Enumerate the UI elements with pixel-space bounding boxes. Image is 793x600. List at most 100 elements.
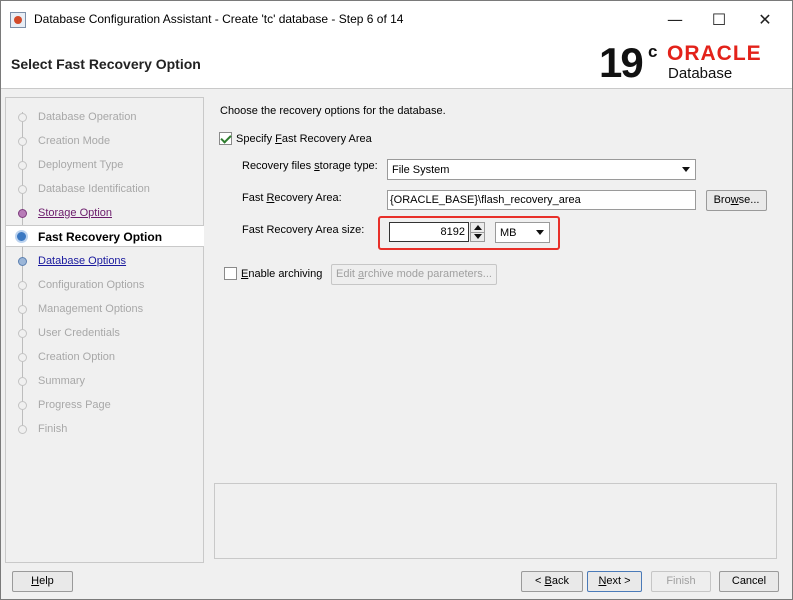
dropdown-arrow-icon xyxy=(682,167,690,172)
dropdown-arrow-icon xyxy=(536,230,544,235)
edit-archive-mode-button[interactable]: Edit archive mode parameters... xyxy=(331,264,497,285)
nav-step-user-credentials: User Credentials xyxy=(6,322,203,344)
step-dot-icon xyxy=(18,401,27,410)
storage-type-select[interactable]: File System xyxy=(387,159,696,180)
step-dot-icon xyxy=(18,329,27,338)
nav-step-label: Database Identification xyxy=(38,183,150,195)
nav-step-label: Management Options xyxy=(38,303,144,315)
nav-step-database-options[interactable]: Database Options xyxy=(6,250,203,272)
nav-step-configuration-options: Configuration Options xyxy=(6,274,203,296)
enable-archiving-checkbox[interactable] xyxy=(224,267,237,280)
step-dot-icon xyxy=(18,425,27,434)
nav-step-fast-recovery-option: Fast Recovery Option xyxy=(6,225,204,247)
message-area xyxy=(214,483,777,559)
maximize-button[interactable]: ☐ xyxy=(696,7,742,33)
label-part: ack xyxy=(551,575,569,587)
logo-product: Database xyxy=(668,65,733,82)
enable-archiving-label[interactable]: Enable archiving xyxy=(241,268,322,280)
spinner-down-icon[interactable] xyxy=(474,234,482,239)
mnemonic: F xyxy=(275,133,282,145)
step-dot-icon xyxy=(18,377,27,386)
fra-size-unit-select[interactable]: MB xyxy=(495,222,550,243)
help-button[interactable]: Help xyxy=(12,571,73,592)
nav-step-management-options: Management Options xyxy=(6,298,203,320)
step-dot-icon xyxy=(18,161,27,170)
nav-step-label: Progress Page xyxy=(38,399,111,411)
mnemonic: w xyxy=(730,194,739,206)
nav-step-storage-option[interactable]: Storage Option xyxy=(6,202,203,224)
label-part: Fast xyxy=(242,192,267,204)
cancel-button[interactable]: Cancel xyxy=(719,571,779,592)
nav-step-label: Finish xyxy=(38,423,68,435)
logo-version-sup: c xyxy=(648,42,658,61)
label-part: ext > xyxy=(606,575,631,587)
label-part: Edit xyxy=(336,268,359,280)
spinner-up-icon[interactable] xyxy=(474,225,482,230)
fra-location-input[interactable]: {ORACLE_BASE}\flash_recovery_area xyxy=(387,190,696,210)
step-dot-icon xyxy=(18,305,27,314)
nav-step-label: Creation Option xyxy=(38,351,116,363)
browse-button[interactable]: Browse... xyxy=(706,190,767,211)
minimize-button[interactable]: — xyxy=(652,7,698,33)
step-dot-icon xyxy=(18,113,27,122)
nav-step-label: Deployment Type xyxy=(38,159,124,171)
fra-location-label: Fast Recovery Area: xyxy=(242,192,342,204)
fra-size-unit-value: MB xyxy=(500,227,517,239)
mnemonic: B xyxy=(544,575,552,587)
fra-size-spinner[interactable] xyxy=(470,222,485,242)
label-part: ast Recovery Area xyxy=(281,133,372,145)
close-button[interactable]: ✕ xyxy=(742,7,788,33)
back-button[interactable]: < Back xyxy=(521,571,583,592)
label-part: torage type: xyxy=(319,160,378,172)
specify-fra-checkbox[interactable] xyxy=(219,132,232,145)
step-dot-icon xyxy=(18,185,27,194)
mnemonic: H xyxy=(31,575,40,587)
nav-step-creation-mode: Creation Mode xyxy=(6,130,203,152)
nav-step-label: Configuration Options xyxy=(38,279,145,291)
label-part: nable archiving xyxy=(248,268,323,280)
label-part: Bro xyxy=(713,194,731,206)
app-icon xyxy=(10,12,26,28)
content-panel: Choose the recovery options for the data… xyxy=(210,97,789,563)
intro-text: Choose the recovery options for the data… xyxy=(220,105,446,117)
step-dot-icon xyxy=(18,281,27,290)
nav-step-label: User Credentials xyxy=(38,327,120,339)
storage-type-label: Recovery files storage type: xyxy=(242,160,378,172)
nav-step-label: Creation Mode xyxy=(38,135,111,147)
step-dot-icon xyxy=(18,257,27,266)
label-part: elp xyxy=(39,575,54,587)
fra-size-input[interactable]: 8192 xyxy=(389,222,469,242)
step-dot-icon xyxy=(18,209,27,218)
current-step-icon xyxy=(15,230,28,243)
label-part: Specify xyxy=(236,133,276,145)
spinner-divider xyxy=(471,232,484,233)
footer-bar: Help < Back Next > Finish Cancel xyxy=(1,564,792,600)
label-part: se... xyxy=(738,194,760,206)
specify-fra-label[interactable]: Specify Fast Recovery Area xyxy=(236,133,372,145)
page-header: Select Fast Recovery Option 19 c ORACLE … xyxy=(1,37,792,89)
nav-step-database-operation: Database Operation xyxy=(6,106,203,128)
window-title: Database Configuration Assistant - Creat… xyxy=(34,12,404,26)
step-dot-icon xyxy=(18,137,27,146)
storage-type-value: File System xyxy=(392,164,450,176)
nav-step-label[interactable]: Storage Option xyxy=(38,207,112,219)
logo-version: 19 xyxy=(599,39,644,86)
nav-step-creation-option: Creation Option xyxy=(6,346,203,368)
nav-step-label: Summary xyxy=(38,375,86,387)
nav-step-label: Database Operation xyxy=(38,111,137,123)
logo-brand: ORACLE xyxy=(667,42,762,65)
step-navigation: Database Operation Creation Mode Deploym… xyxy=(5,97,204,563)
label-part: Recovery files xyxy=(242,160,315,172)
oracle-logo: 19 c ORACLE Database xyxy=(599,41,784,87)
label-part: < xyxy=(535,575,545,587)
next-button[interactable]: Next > xyxy=(587,571,642,592)
fra-size-label: Fast Recovery Area size: xyxy=(242,224,365,236)
nav-step-label: Fast Recovery Option xyxy=(38,230,163,244)
nav-step-label[interactable]: Database Options xyxy=(38,255,126,267)
nav-step-database-identification: Database Identification xyxy=(6,178,203,200)
nav-step-deployment-type: Deployment Type xyxy=(6,154,203,176)
nav-step-summary: Summary xyxy=(6,370,203,392)
finish-button[interactable]: Finish xyxy=(651,571,711,592)
dbca-window: Database Configuration Assistant - Creat… xyxy=(0,0,793,600)
nav-step-progress-page: Progress Page xyxy=(6,394,203,416)
